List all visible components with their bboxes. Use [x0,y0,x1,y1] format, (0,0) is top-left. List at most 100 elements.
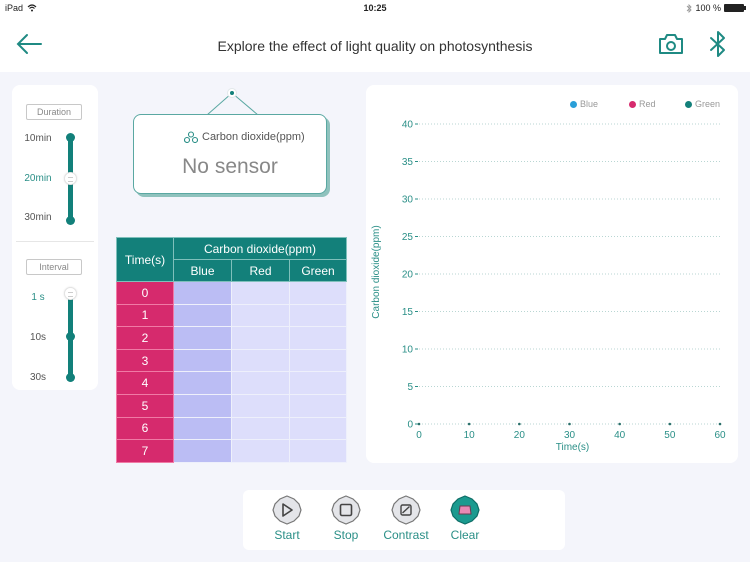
data-table: Time(s) Carbon dioxide(ppm) Blue Red Gre… [116,237,347,463]
column-header-red: Red [231,259,290,282]
duration-label: Duration [26,104,82,120]
cell-time: 4 [116,371,174,395]
cell-time: 3 [116,348,174,373]
table-row: 2 [116,326,347,350]
cell-blue [173,393,232,418]
sensor-card[interactable]: Carbon dioxide(ppm) No sensor [133,114,327,194]
play-icon [272,495,302,525]
cell-green [289,371,347,395]
legend-dot-blue [570,100,577,108]
interval-option-1s[interactable]: 1 s [12,292,64,303]
table-row: 1 [116,303,347,328]
stop-label: Stop [333,528,359,542]
cell-red [231,281,290,305]
cell-blue [173,348,232,373]
divider [16,241,94,242]
settings-panel: Duration 10min 20min 30min Interval 1 s … [12,85,98,390]
sensor-value: No sensor [182,155,278,178]
group-column-header: Carbon dioxide(ppm) [173,237,347,260]
legend-item-blue[interactable]: Blue [570,99,598,109]
cell-green [289,439,347,463]
legend-dot-green [685,100,692,108]
sensor-hanger [206,88,259,116]
legend-item-green[interactable]: Green [685,99,720,109]
cell-green [289,281,347,305]
interval-label: Interval [26,259,82,275]
cell-time: 1 [116,303,174,328]
interval-slider-thumb[interactable] [64,287,77,300]
cell-time: 7 [116,439,174,463]
cell-blue [173,416,232,441]
start-button[interactable]: Start [259,495,315,542]
table-row: 7 [116,439,347,463]
stop-icon [331,495,361,525]
cell-red [231,348,290,373]
duration-slider-thumb[interactable] [64,172,77,185]
table-row: 3 [116,348,347,373]
interval-stop-30s[interactable] [66,373,75,382]
cell-red [231,416,290,441]
legend-label-blue: Blue [580,99,599,109]
cell-green [289,303,347,328]
start-label: Start [274,528,300,542]
cell-red [231,439,290,463]
camera-button[interactable] [658,33,684,55]
cell-green [289,348,347,373]
table-row: 6 [116,416,347,441]
legend-label-red: Red [639,99,656,109]
cell-time: 6 [116,416,174,441]
interval-option-10s[interactable]: 10s [12,332,64,343]
battery-icon [724,4,746,12]
cell-red [231,326,290,350]
cell-green [289,416,347,441]
column-header-blue: Blue [173,259,232,282]
sensor-name: Carbon dioxide(ppm) [202,131,305,143]
cell-green [289,326,347,350]
stop-button[interactable]: Stop [318,495,374,542]
cell-blue [173,326,232,350]
interval-option-30s[interactable]: 30s [12,372,64,383]
clear-label: Clear [450,528,480,542]
cell-red [231,303,290,328]
cell-time: 2 [116,326,174,350]
cell-red [231,393,290,418]
duration-stop-30min[interactable] [66,216,75,225]
clock: 10:25 [363,3,387,13]
page-title: Explore the effect of light quality on p… [217,38,533,54]
clear-button[interactable]: Clear [437,495,493,542]
action-bar: Start Stop Contrast Clear [243,490,565,550]
duration-option-10min[interactable]: 10min [12,133,64,144]
cell-time: 5 [116,393,174,418]
duration-option-20min[interactable]: 20min [12,173,64,184]
chart-panel [366,85,738,463]
legend-label-green: Green [695,99,721,109]
cell-blue [173,281,232,305]
table-row: 0 [116,281,347,305]
table-row: 5 [116,393,347,418]
time-column-header: Time(s) [116,237,174,282]
legend-dot-red [629,100,636,108]
legend-item-red[interactable]: Red [629,99,656,109]
cell-blue [173,439,232,463]
cell-blue [173,303,232,328]
cell-red [231,371,290,395]
bluetooth-button[interactable] [707,30,729,58]
contrast-label: Contrast [383,528,429,542]
interval-stop-10s[interactable] [66,332,75,341]
duration-stop-10min[interactable] [66,133,75,142]
column-header-green: Green [289,259,347,282]
header: Explore the effect of light quality on p… [0,16,750,72]
cell-blue [173,371,232,395]
cell-green [289,393,347,418]
cell-time: 0 [116,281,174,305]
duration-option-30min[interactable]: 30min [12,212,64,223]
table-row: 4 [116,371,347,395]
contrast-button[interactable]: Contrast [378,495,434,542]
battery-percent: 100 % [695,3,721,13]
bluetooth-icon [710,31,725,57]
status-bar: iPad 10:25 100 % [0,0,750,16]
eraser-icon [450,495,480,525]
contrast-icon [391,495,421,525]
bluetooth-status-icon [687,3,693,13]
camera-icon [659,34,683,54]
